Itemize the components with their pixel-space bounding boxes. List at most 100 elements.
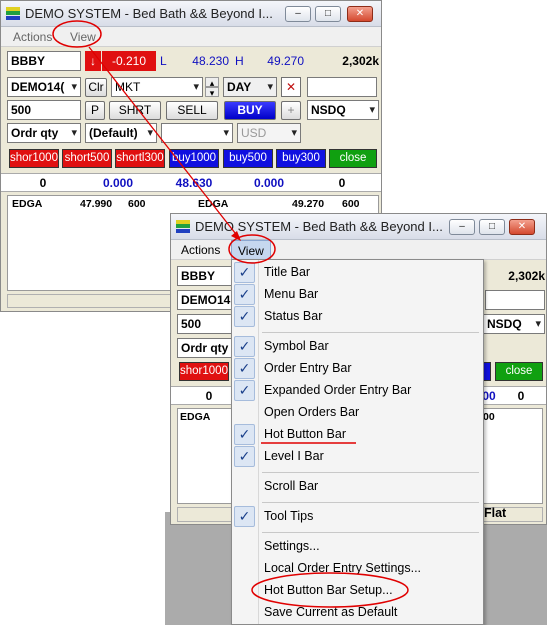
- check-icon: ✓: [234, 358, 255, 379]
- front-quantity-input[interactable]: 500: [177, 314, 233, 334]
- ask-price: 0.000: [253, 176, 285, 190]
- cancel-icon[interactable]: ✕: [281, 77, 301, 97]
- bid-size: 0: [39, 176, 47, 190]
- symbol-input[interactable]: BBBY: [7, 51, 81, 71]
- hot-button-short500[interactable]: short500: [62, 149, 112, 168]
- menu-item-tool-tips[interactable]: ✓ Tool Tips: [232, 506, 483, 528]
- menu-actions[interactable]: Actions: [13, 30, 52, 44]
- menu-item-label: Order Entry Bar: [264, 361, 352, 375]
- high-value: 49.270: [267, 54, 304, 68]
- menu-item-label: Hot Button Bar: [264, 427, 346, 441]
- account-select[interactable]: DEMO14(: [7, 77, 81, 97]
- symbol-bar: BBBY ↓ -0.210 L 48.230 H 49.270 2,302k: [1, 50, 381, 72]
- order-entry-row-1: DEMO14( Clr MKT ▴ ▾ DAY ✕: [1, 77, 381, 99]
- qty-mode-select[interactable]: Ordr qty: [7, 123, 81, 143]
- menu-item-label: Status Bar: [264, 309, 323, 323]
- front-minimize-icon[interactable]: –: [449, 219, 475, 235]
- ask-size: 0: [338, 176, 346, 190]
- front-symbol-input[interactable]: BBBY: [177, 266, 233, 286]
- menu-item-title-bar[interactable]: ✓ Title Bar: [232, 262, 483, 284]
- menu-item-open-orders-bar[interactable]: Open Orders Bar: [232, 402, 483, 424]
- hot-button-buy300[interactable]: buy300: [276, 149, 326, 168]
- menu-item-save-current-as-default[interactable]: Save Current as Default: [232, 602, 483, 624]
- change-value: -0.210: [102, 51, 156, 71]
- clear-button[interactable]: Clr: [85, 78, 107, 97]
- menu-item-label: Save Current as Default: [264, 605, 398, 619]
- currency-select[interactable]: USD: [237, 123, 301, 143]
- check-icon: ✓: [234, 506, 255, 527]
- front-maximize-icon[interactable]: □: [479, 219, 505, 235]
- front-blank-field[interactable]: [485, 290, 545, 310]
- front-title-bar[interactable]: DEMO SYSTEM - Bed Bath && Beyond I... – …: [171, 214, 546, 240]
- maximize-icon[interactable]: □: [315, 6, 341, 22]
- menu-item-symbol-bar[interactable]: ✓ Symbol Bar: [232, 336, 483, 358]
- hot-button-shor1000[interactable]: shor1000: [9, 149, 59, 168]
- front-ask-size: 0: [517, 389, 525, 403]
- tif-select[interactable]: DAY: [223, 77, 277, 97]
- menu-item-order-entry-bar[interactable]: ✓ Order Entry Bar: [232, 358, 483, 380]
- low-label: L: [160, 54, 167, 68]
- menu-item-label: Symbol Bar: [264, 339, 329, 353]
- hot-button-buy500[interactable]: buy500: [223, 149, 273, 168]
- p-button[interactable]: P: [85, 101, 105, 120]
- menu-item-level-i-bar[interactable]: ✓ Level I Bar: [232, 446, 483, 468]
- order-type-select[interactable]: MKT: [111, 77, 203, 97]
- front-volume: 2,302k: [508, 269, 545, 283]
- menu-item-menu-bar[interactable]: ✓ Menu Bar: [232, 284, 483, 306]
- check-icon: ✓: [234, 446, 255, 467]
- menu-item-expanded-order-entry-bar[interactable]: ✓ Expanded Order Entry Bar: [232, 380, 483, 402]
- menu-item-label: Title Bar: [264, 265, 311, 279]
- spin-down-icon[interactable]: ▾: [205, 87, 219, 98]
- profile-select[interactable]: (Default): [85, 123, 157, 143]
- plus-button[interactable]: +: [281, 101, 301, 120]
- front-route-select[interactable]: NSDQ: [483, 314, 545, 334]
- hot-button-close[interactable]: close: [329, 149, 377, 168]
- menu-item-label: Local Order Entry Settings...: [264, 561, 422, 575]
- front-menu-actions[interactable]: Actions: [181, 243, 220, 257]
- front-account-select[interactable]: DEMO14(: [177, 290, 233, 310]
- menu-separator: [262, 332, 479, 333]
- menu-item-hot-button-bar[interactable]: ✓ Hot Button Bar: [232, 424, 483, 446]
- quote-right-price: 49.270: [292, 198, 325, 210]
- check-icon: ✓: [234, 262, 255, 283]
- front-qty-mode-select[interactable]: Ordr qty: [177, 338, 233, 358]
- minimize-icon[interactable]: –: [285, 6, 311, 22]
- check-icon: ✓: [234, 336, 255, 357]
- quote-right-size: 600: [342, 198, 360, 210]
- menu-item-settings[interactable]: Settings...: [232, 536, 483, 558]
- menu-item-hot-button-bar-setup[interactable]: Hot Button Bar Setup...: [232, 580, 483, 602]
- quote-left-mm: EDGA: [12, 198, 43, 210]
- menu-separator: [262, 532, 479, 533]
- menu-item-label: Hot Button Bar Setup...: [264, 583, 393, 597]
- hot-button-shortl300[interactable]: shortl300: [115, 149, 165, 168]
- spin-up-icon[interactable]: ▴: [205, 77, 219, 88]
- menu-item-label: Expanded Order Entry Bar: [264, 383, 412, 397]
- front-hot-button-first[interactable]: shor1000: [179, 362, 229, 381]
- order-entry-row-2: 500 P SHRT SELL BUY + NSDQ: [1, 100, 381, 122]
- front-hot-button-buy-partial[interactable]: [483, 362, 491, 381]
- close-icon[interactable]: ✕: [347, 6, 373, 22]
- back-title-bar[interactable]: DEMO SYSTEM - Bed Bath && Beyond I... – …: [1, 1, 381, 27]
- menu-item-status-bar[interactable]: ✓ Status Bar: [232, 306, 483, 328]
- quote-left-size: 600: [128, 198, 146, 210]
- blank-field[interactable]: [307, 77, 377, 97]
- menu-item-label: Settings...: [264, 539, 320, 553]
- route-select[interactable]: NSDQ: [307, 100, 379, 120]
- extra-select[interactable]: [161, 123, 233, 143]
- volume-value: 2,302k: [342, 54, 379, 68]
- quantity-input[interactable]: 500: [7, 100, 81, 120]
- menu-item-scroll-bar[interactable]: Scroll Bar: [232, 476, 483, 498]
- front-quote-price-partial: 00: [483, 411, 495, 423]
- front-menu-view[interactable]: View: [231, 240, 271, 260]
- down-arrow-icon: ↓: [85, 51, 101, 71]
- window-title: DEMO SYSTEM - Bed Bath && Beyond I...: [25, 6, 273, 21]
- front-hot-button-close[interactable]: close: [495, 362, 543, 381]
- short-button[interactable]: SHRT: [109, 101, 161, 120]
- last-price: 48.630: [175, 176, 213, 190]
- sell-button[interactable]: SELL: [166, 101, 218, 120]
- hot-button-buy1000[interactable]: buy1000: [169, 149, 219, 168]
- buy-button[interactable]: BUY: [224, 101, 276, 120]
- menu-item-local-order-entry-settings[interactable]: Local Order Entry Settings...: [232, 558, 483, 580]
- menu-view[interactable]: View: [70, 30, 96, 44]
- front-close-icon[interactable]: ✕: [509, 219, 535, 235]
